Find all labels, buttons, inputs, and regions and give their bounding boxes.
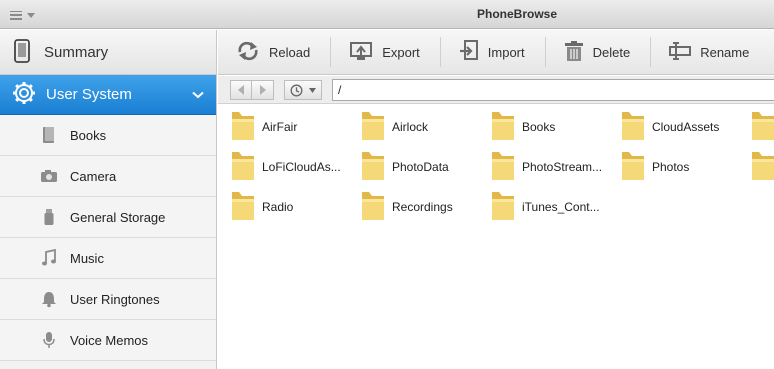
folder-icon	[230, 150, 256, 185]
folder-icon	[620, 110, 646, 145]
history-button[interactable]	[284, 80, 322, 100]
folder-icon	[490, 150, 516, 185]
folder-icon	[620, 150, 646, 185]
music-note-icon	[40, 249, 58, 267]
sidebar-item-camera[interactable]: Camera	[0, 156, 216, 197]
chevron-down-icon[interactable]	[192, 87, 204, 102]
folder-name: AirFair	[262, 120, 298, 134]
sidebar-item-label: Camera	[70, 168, 117, 184]
trash-icon	[564, 40, 584, 65]
export-label: Export	[382, 44, 420, 60]
folder-icon	[360, 110, 386, 145]
folder-name: LoFiCloudAs...	[262, 160, 341, 174]
sidebar-item-music[interactable]: Music	[0, 238, 216, 279]
export-button[interactable]: Export	[331, 30, 420, 75]
sidebar-item-voice-memos[interactable]: Voice Memos	[0, 320, 216, 361]
delete-button[interactable]: Delete	[546, 30, 631, 75]
folder-item[interactable]: PhotoStream...	[490, 147, 602, 187]
clock-icon	[290, 84, 303, 96]
navigation-bar	[218, 76, 774, 104]
folder-name: Books	[522, 120, 556, 134]
import-icon	[459, 39, 479, 65]
export-icon	[349, 40, 373, 65]
back-button[interactable]	[230, 80, 252, 100]
reload-button[interactable]: Reload	[218, 30, 310, 75]
path-input[interactable]	[332, 79, 774, 101]
folder-item[interactable]: LoFiCloudAs...	[230, 147, 341, 187]
sidebar-item-label: Music	[70, 250, 104, 266]
folder-name: Photos	[652, 160, 690, 174]
folder-item[interactable]	[750, 107, 774, 147]
sidebar-item-summary[interactable]: Summary	[0, 30, 216, 75]
sidebar-item-label: Books	[70, 127, 107, 143]
phone-icon	[14, 38, 30, 66]
folder-item[interactable]: iTunes_Cont...	[490, 187, 600, 227]
folder-icon	[360, 190, 386, 225]
folder-icon	[750, 150, 774, 185]
camera-icon	[40, 167, 58, 185]
sidebar-item-label: General Storage	[70, 209, 166, 225]
rename-label: Rename	[700, 44, 750, 60]
reload-label: Reload	[269, 44, 311, 60]
folder-item[interactable]: Airlock	[360, 107, 428, 147]
caret-down-icon	[308, 87, 316, 93]
sidebar-item-user-ringtones[interactable]: User Ringtones	[0, 279, 216, 320]
folder-name: CloudAssets	[652, 120, 720, 134]
folder-name: Recordings	[392, 200, 453, 214]
gear-icon	[12, 81, 36, 108]
folder-name: Radio	[262, 200, 294, 214]
sidebar-item-general-storage[interactable]: General Storage	[0, 197, 216, 238]
title-bar: PhoneBrowse	[0, 0, 774, 29]
folder-name: iTunes_Cont...	[522, 200, 600, 214]
sidebar: Summary User System Books Camera General…	[0, 30, 217, 369]
folder-item[interactable]: Recordings	[360, 187, 453, 227]
bell-icon	[40, 290, 58, 308]
folder-item[interactable]: Books	[490, 107, 555, 147]
window-title: PhoneBrowse	[476, 7, 557, 21]
folder-icon	[490, 110, 516, 145]
sidebar-section-user-system[interactable]: User System	[0, 75, 216, 115]
folder-name: PhotoStream...	[522, 160, 603, 174]
folder-item[interactable]: Photos	[620, 147, 689, 187]
sidebar-item-label: User Ringtones	[70, 291, 160, 307]
usb-drive-icon	[40, 208, 58, 226]
folder-icon	[360, 150, 386, 185]
forward-button[interactable]	[252, 80, 274, 100]
delete-label: Delete	[592, 44, 631, 60]
user-system-label: User System	[46, 86, 132, 103]
rename-button[interactable]: Rename	[651, 30, 749, 75]
folder-icon	[750, 110, 774, 145]
folder-icon	[230, 110, 256, 145]
folder-name: Airlock	[392, 120, 429, 134]
folder-item[interactable]	[750, 147, 774, 187]
import-label: Import	[487, 44, 525, 60]
back-arrow-icon	[238, 85, 244, 95]
summary-label: Summary	[44, 43, 109, 61]
folder-item[interactable]: PhotoData	[360, 147, 449, 187]
toolbar: Reload Export Import Delete Rename	[218, 30, 774, 75]
folder-icon	[230, 190, 256, 225]
import-button[interactable]: Import	[441, 30, 525, 75]
folder-icon	[490, 190, 516, 225]
book-icon	[40, 126, 58, 144]
microphone-icon	[40, 331, 58, 349]
folder-item[interactable]: Radio	[230, 187, 293, 227]
back-forward-group	[230, 80, 274, 100]
sidebar-item-label: Voice Memos	[70, 332, 149, 348]
forward-arrow-icon	[259, 85, 266, 95]
reload-icon	[236, 41, 260, 64]
rename-icon	[669, 41, 692, 64]
file-grid: AirFair Airlock Books CloudAssets LoFiCloudA…	[218, 105, 774, 369]
folder-item[interactable]: CloudAssets	[620, 107, 719, 147]
sidebar-item-books[interactable]: Books	[0, 115, 216, 156]
folder-name: PhotoData	[392, 160, 449, 174]
folder-item[interactable]: AirFair	[230, 107, 297, 147]
